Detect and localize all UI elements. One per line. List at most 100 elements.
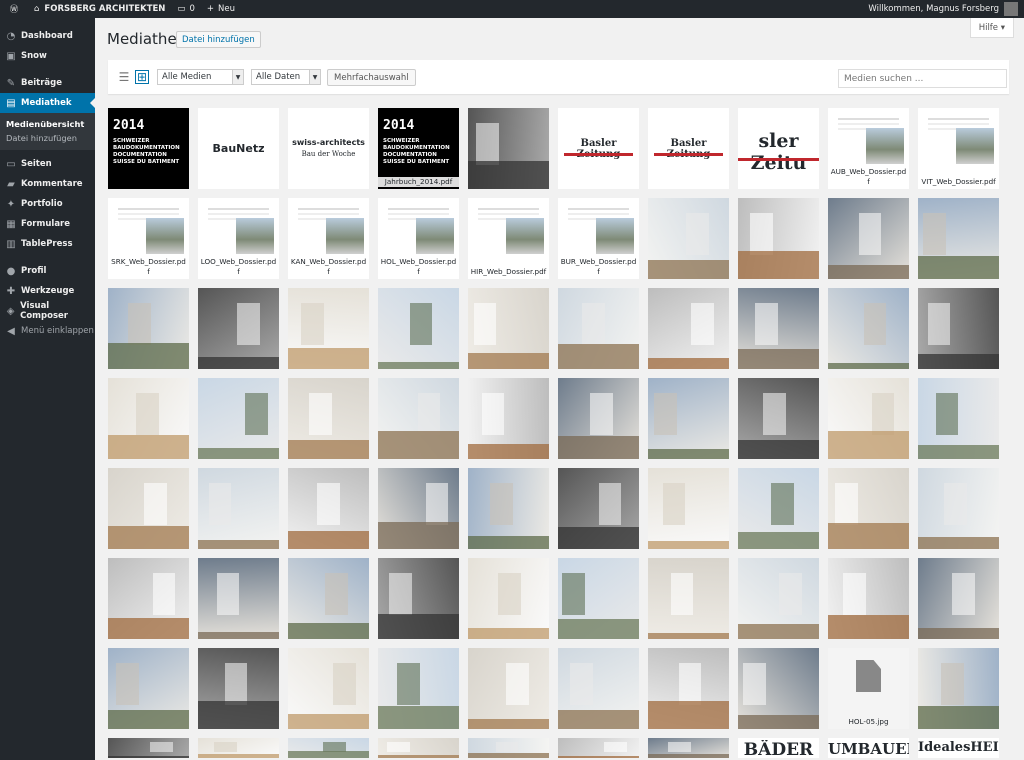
- media-thumbnail[interactable]: [558, 378, 639, 459]
- media-thumbnail[interactable]: [558, 738, 639, 758]
- media-thumbnail[interactable]: BÄDER: [738, 738, 819, 758]
- media-thumbnail[interactable]: [918, 558, 999, 639]
- list-view-icon[interactable]: ☰: [117, 70, 131, 84]
- media-thumbnail[interactable]: [918, 648, 999, 729]
- media-thumbnail[interactable]: [288, 648, 369, 729]
- media-thumbnail[interactable]: [378, 738, 459, 758]
- media-thumbnail[interactable]: [558, 558, 639, 639]
- media-thumbnail[interactable]: [468, 468, 549, 549]
- media-thumbnail[interactable]: [828, 558, 909, 639]
- sidebar-item-kommentare[interactable]: ▰ Kommentare: [0, 174, 95, 194]
- submenu-item-medienuebersicht[interactable]: Medienübersicht: [0, 117, 95, 131]
- media-thumbnail[interactable]: swiss-architects Bau der Woche: [288, 108, 369, 189]
- date-filter[interactable]: Alle Daten ▼: [251, 69, 321, 85]
- media-thumbnail[interactable]: [468, 558, 549, 639]
- media-thumbnail[interactable]: [828, 468, 909, 549]
- media-search-input[interactable]: Medien suchen ...: [838, 69, 1007, 88]
- media-thumbnail[interactable]: [648, 648, 729, 729]
- media-thumbnail[interactable]: [108, 648, 189, 729]
- add-file-button[interactable]: Datei hinzufügen: [176, 31, 261, 48]
- media-thumbnail[interactable]: [288, 288, 369, 369]
- media-thumbnail[interactable]: [468, 288, 549, 369]
- media-thumbnail[interactable]: [198, 738, 279, 758]
- sidebar-item-formulare[interactable]: ▦ Formulare: [0, 214, 95, 234]
- submenu-item-datei-hinzufuegen[interactable]: Datei hinzufügen: [0, 131, 95, 145]
- media-thumbnail[interactable]: [378, 648, 459, 729]
- media-thumbnail[interactable]: [468, 108, 549, 189]
- media-thumbnail[interactable]: [288, 468, 369, 549]
- sidebar-item-seiten[interactable]: ▭ Seiten: [0, 154, 95, 174]
- media-thumbnail[interactable]: [648, 198, 729, 279]
- sidebar-item-visual-composer[interactable]: ◈ Visual Composer: [0, 301, 95, 321]
- media-thumbnail[interactable]: [468, 648, 549, 729]
- media-thumbnail[interactable]: [378, 468, 459, 549]
- media-thumbnail[interactable]: [198, 648, 279, 729]
- media-thumbnail[interactable]: Basler Zeitung: [648, 108, 729, 189]
- media-thumbnail[interactable]: [648, 558, 729, 639]
- media-thumbnail[interactable]: [828, 378, 909, 459]
- media-thumbnail[interactable]: [648, 288, 729, 369]
- media-thumbnail[interactable]: [378, 378, 459, 459]
- media-thumbnail[interactable]: [198, 558, 279, 639]
- media-thumbnail[interactable]: [468, 738, 549, 758]
- media-thumbnail[interactable]: 2014 SCHWEIZER BAUDOKUMENTATION DOCUMENTATI…: [378, 108, 459, 189]
- media-thumbnail[interactable]: [288, 738, 369, 758]
- media-thumbnail[interactable]: [828, 288, 909, 369]
- sidebar-item-portfolio[interactable]: ✦ Portfolio: [0, 194, 95, 214]
- sidebar-item-mediathek[interactable]: ▤ Mediathek: [0, 93, 95, 113]
- media-thumbnail[interactable]: [738, 558, 819, 639]
- sidebar-item-werkzeuge[interactable]: ✚ Werkzeuge: [0, 281, 95, 301]
- media-thumbnail[interactable]: [558, 288, 639, 369]
- media-thumbnail[interactable]: [738, 198, 819, 279]
- media-thumbnail[interactable]: [918, 378, 999, 459]
- media-thumbnail[interactable]: [558, 468, 639, 549]
- media-thumbnail[interactable]: [918, 468, 999, 549]
- media-thumbnail[interactable]: Basler Zeitung: [558, 108, 639, 189]
- sidebar-item-tablepress[interactable]: ▥ TablePress: [0, 234, 95, 254]
- media-thumbnail[interactable]: [108, 468, 189, 549]
- media-thumbnail[interactable]: [108, 378, 189, 459]
- media-thumbnail[interactable]: SRK_Web_Dossier.pdf: [108, 198, 189, 279]
- media-thumbnail[interactable]: [558, 648, 639, 729]
- media-thumbnail[interactable]: [648, 378, 729, 459]
- wordpress-logo-icon[interactable]: Ⓦ: [0, 0, 28, 18]
- site-name-link[interactable]: ⌂ FORSBERG ARCHITEKTEN: [28, 0, 171, 18]
- media-thumbnail[interactable]: [108, 558, 189, 639]
- media-thumbnail[interactable]: [738, 378, 819, 459]
- media-thumbnail[interactable]: [378, 288, 459, 369]
- media-thumbnail[interactable]: [198, 378, 279, 459]
- media-thumbnail[interactable]: IdealesHEIM: [918, 738, 999, 758]
- media-thumbnail[interactable]: AUB_Web_Dossier.pdf: [828, 108, 909, 189]
- media-thumbnail[interactable]: [738, 288, 819, 369]
- help-tab[interactable]: Hilfe ▾: [969, 18, 1014, 38]
- media-thumbnail[interactable]: sler Zeitu: [738, 108, 819, 189]
- media-thumbnail[interactable]: [648, 468, 729, 549]
- media-thumbnail[interactable]: [198, 468, 279, 549]
- media-thumbnail[interactable]: [108, 738, 189, 758]
- media-thumbnail[interactable]: [288, 378, 369, 459]
- media-thumbnail[interactable]: [108, 288, 189, 369]
- media-thumbnail[interactable]: [468, 378, 549, 459]
- media-thumbnail[interactable]: BUR_Web_Dossier.pdf: [558, 198, 639, 279]
- sidebar-item-snow[interactable]: ▣ Snow: [0, 46, 95, 66]
- collapse-menu-button[interactable]: ◀ Menü einklappen: [0, 321, 95, 341]
- sidebar-item-beitraege[interactable]: ✎ Beiträge: [0, 73, 95, 93]
- new-content-link[interactable]: + Neu: [201, 0, 241, 18]
- media-thumbnail[interactable]: [738, 648, 819, 729]
- media-thumbnail[interactable]: VIT_Web_Dossier.pdf: [918, 108, 999, 189]
- grid-view-icon[interactable]: ⊞: [135, 70, 149, 84]
- media-type-filter[interactable]: Alle Medien ▼: [157, 69, 244, 85]
- sidebar-item-dashboard[interactable]: ◔ Dashboard: [0, 26, 95, 46]
- media-thumbnail[interactable]: [378, 558, 459, 639]
- media-thumbnail[interactable]: [198, 288, 279, 369]
- media-thumbnail[interactable]: BauNetz: [198, 108, 279, 189]
- media-thumbnail[interactable]: [828, 198, 909, 279]
- media-thumbnail[interactable]: HOL-05.jpg: [828, 648, 909, 729]
- media-thumbnail[interactable]: [918, 198, 999, 279]
- media-thumbnail[interactable]: HIR_Web_Dossier.pdf: [468, 198, 549, 279]
- media-thumbnail[interactable]: KAN_Web_Dossier.pdf: [288, 198, 369, 279]
- media-thumbnail[interactable]: HOL_Web_Dossier.pdf: [378, 198, 459, 279]
- media-thumbnail[interactable]: LOO_Web_Dossier.pdf: [198, 198, 279, 279]
- media-thumbnail[interactable]: [648, 738, 729, 758]
- media-thumbnail[interactable]: UMBAUEN + RENOVIEREN: [828, 738, 909, 758]
